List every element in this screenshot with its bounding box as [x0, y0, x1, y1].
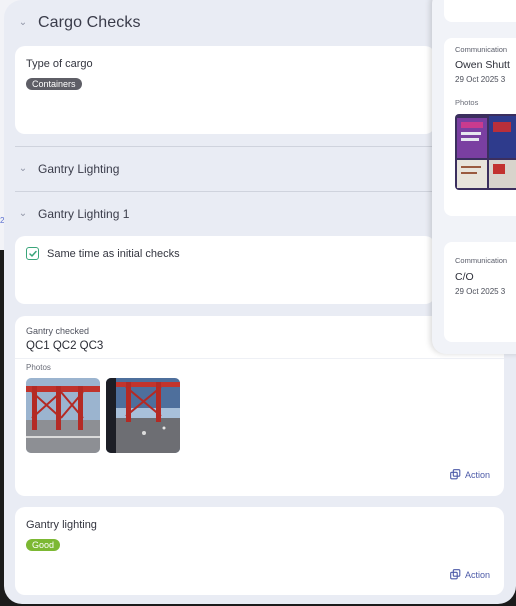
action-label: Action	[464, 469, 490, 480]
chevron-down-icon: ⌄	[18, 163, 28, 174]
photos-label: Photos	[26, 363, 51, 372]
gantry-lighting-label: Gantry lighting	[26, 519, 97, 531]
section-title: Cargo Checks	[38, 14, 141, 31]
good-badge: Good	[26, 539, 61, 551]
crane-photo-2[interactable]	[106, 378, 180, 453]
communication-card-1[interactable]: Communication Owen Shutt 29 Oct 2025 3 P…	[444, 38, 516, 216]
chevron-down-icon: ⌄	[18, 208, 28, 219]
gantry-lighting-card: Gantry lighting Good Action	[15, 507, 504, 595]
action-button[interactable]: Action	[450, 569, 490, 580]
action-icon	[450, 469, 461, 480]
type-of-cargo-card: Type of cargo Containers	[15, 46, 435, 134]
gantry-lighting-1-title: Gantry Lighting 1	[38, 207, 130, 221]
communication-name: C/O	[455, 271, 474, 283]
communication-date: 29 Oct 2025 3	[455, 75, 506, 84]
communication-date: 29 Oct 2025 3	[455, 287, 506, 296]
gantry-checked-card: Gantry checked QC1 QC2 QC3 Photos Action	[15, 316, 504, 496]
action-icon	[450, 569, 461, 580]
same-time-label: Same time as initial checks	[47, 247, 180, 260]
divider	[15, 191, 435, 192]
action-label: Action	[464, 569, 490, 580]
same-time-card: Same time as initial checks	[15, 236, 435, 304]
gantry-lighting-title: Gantry Lighting	[38, 162, 120, 176]
communication-name: Owen Shutt	[455, 59, 510, 71]
communication-type: Communication	[455, 256, 508, 265]
chevron-down-icon: ⌄	[18, 17, 28, 28]
containers-badge: Containers	[26, 78, 82, 90]
communications-side-panel: Communication Owen Shutt 29 Oct 2025 3 P…	[432, 0, 516, 354]
action-button[interactable]: Action	[450, 469, 490, 480]
divider	[15, 146, 435, 147]
communication-type: Communication	[455, 45, 508, 54]
type-of-cargo-label: Type of cargo	[26, 58, 93, 70]
side-card-top	[444, 0, 516, 22]
crane-photo-1[interactable]	[26, 378, 100, 453]
gantry-checked-label: Gantry checked	[26, 326, 90, 336]
communication-card-2[interactable]: Communication C/O 29 Oct 2025 3	[444, 242, 516, 342]
document-photo[interactable]	[455, 114, 516, 190]
gantry-checked-value: QC1 QC2 QC3	[26, 340, 104, 352]
photos-label: Photos	[455, 98, 479, 107]
checkbox-checked-icon[interactable]	[26, 247, 39, 260]
